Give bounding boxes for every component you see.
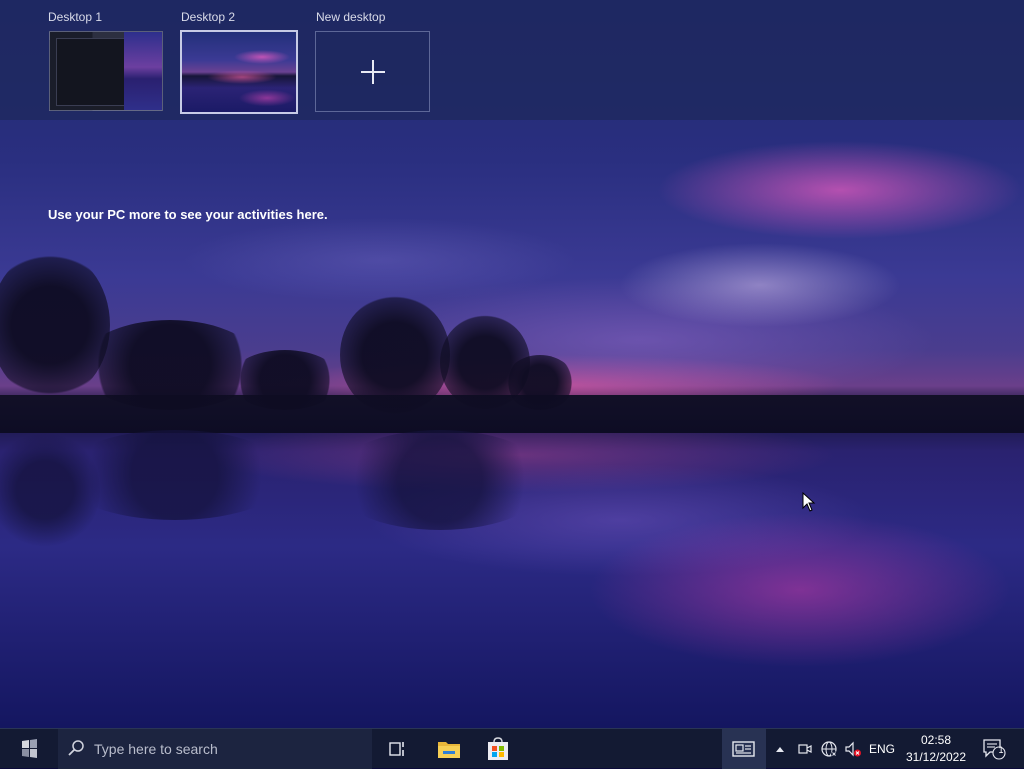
notification-count-badge: 1 bbox=[998, 745, 1004, 755]
task-view-button[interactable] bbox=[378, 729, 418, 769]
file-explorer-button[interactable] bbox=[428, 729, 470, 769]
new-desktop-label: New desktop bbox=[316, 10, 386, 24]
task-view-icon bbox=[389, 742, 404, 756]
mouse-cursor-icon bbox=[802, 492, 816, 512]
news-and-interests-button[interactable] bbox=[722, 729, 766, 769]
wallpaper-tree bbox=[505, 355, 575, 410]
news-icon bbox=[732, 741, 755, 757]
volume-button[interactable] bbox=[842, 729, 864, 769]
clock-time: 02:58 bbox=[920, 733, 952, 747]
action-center-button[interactable]: 1 bbox=[978, 729, 1010, 769]
meet-now-button[interactable] bbox=[796, 729, 814, 769]
new-desktop-button[interactable] bbox=[315, 31, 430, 112]
clock-date: 31/12/2022 bbox=[905, 750, 967, 764]
plus-icon bbox=[360, 59, 385, 84]
language-indicator: ENG bbox=[868, 742, 895, 756]
wallpaper-reflection bbox=[60, 430, 290, 520]
activities-empty-message: Use your PC more to see your activities … bbox=[48, 207, 328, 222]
search-icon bbox=[68, 740, 84, 756]
taskbar: Type here to search ENG 02:58 31/12/2022… bbox=[0, 728, 1024, 769]
desktop-1-label: Desktop 1 bbox=[48, 10, 103, 24]
wallpaper-preview bbox=[124, 32, 162, 110]
meet-now-icon bbox=[798, 744, 812, 754]
window-preview bbox=[56, 38, 128, 106]
wallpaper-reflection bbox=[330, 430, 550, 530]
show-hidden-icons-button[interactable] bbox=[772, 729, 788, 769]
network-button[interactable] bbox=[818, 729, 840, 769]
desktop-2-thumbnail[interactable] bbox=[180, 30, 298, 114]
wallpaper-tree bbox=[230, 350, 340, 410]
desktop-1-thumbnail[interactable] bbox=[49, 31, 163, 111]
clock-button[interactable]: 02:58 31/12/2022 bbox=[898, 729, 974, 769]
folder-icon bbox=[438, 742, 460, 758]
network-globe-icon bbox=[821, 741, 837, 757]
chevron-up-icon bbox=[776, 747, 784, 752]
microsoft-store-button[interactable] bbox=[477, 729, 519, 769]
desktop-2-label: Desktop 2 bbox=[181, 10, 236, 24]
search-box[interactable]: Type here to search bbox=[58, 729, 372, 769]
start-button[interactable] bbox=[8, 729, 50, 769]
start-logo-icon bbox=[22, 739, 37, 758]
search-placeholder: Type here to search bbox=[94, 741, 218, 757]
wallpaper-tree bbox=[80, 320, 260, 410]
virtual-desktops-bar: Desktop 1 Desktop 2 New desktop bbox=[0, 0, 1024, 120]
speaker-muted-icon bbox=[845, 741, 861, 757]
input-language-button[interactable]: ENG bbox=[866, 729, 898, 769]
store-bag-icon bbox=[488, 737, 508, 760]
wallpaper-tree bbox=[340, 295, 450, 415]
